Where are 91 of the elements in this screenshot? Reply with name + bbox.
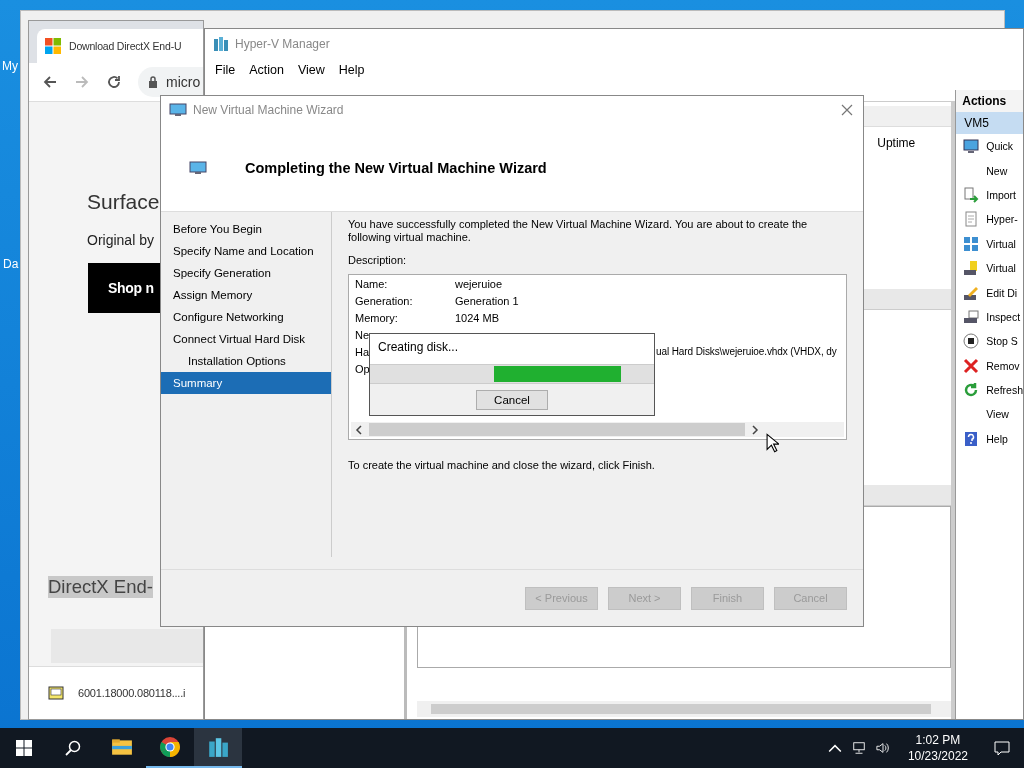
page-subheading: Original by <box>87 232 154 248</box>
menu-item[interactable]: Help <box>338 63 365 77</box>
desktop-icon-label[interactable]: Da <box>3 257 19 271</box>
menu-item[interactable]: View <box>297 63 325 77</box>
window-title: New Virtual Machine Wizard <box>193 103 345 117</box>
command-entry[interactable]: Remov <box>986 359 1020 372</box>
back-icon[interactable] <box>42 74 58 90</box>
document-icon <box>963 211 980 228</box>
horizontal-scrollbar[interactable] <box>417 701 952 717</box>
menu-item[interactable]: File <box>215 63 236 77</box>
taskbar-app[interactable] <box>194 728 242 768</box>
finish-hint: To create the virtual machine and close the wizard, click Finish. <box>348 459 656 471</box>
browser-tab[interactable]: Download DirectX End-U <box>37 29 203 63</box>
desktop-icon-label[interactable]: My <box>2 59 18 73</box>
monitor-icon <box>963 138 980 155</box>
wizard-step[interactable]: Before You Begin <box>161 218 331 240</box>
wizard-step[interactable]: Specify Name and Location <box>161 240 331 262</box>
detail-label: Generation: <box>355 295 414 309</box>
reload-icon[interactable] <box>106 74 122 90</box>
import-icon <box>963 186 980 203</box>
monitor-icon <box>189 160 207 175</box>
notification-icon[interactable] <box>994 740 1010 756</box>
search-icon[interactable] <box>65 740 81 756</box>
page-heading: Surface <box>87 190 160 214</box>
command-entry[interactable]: Stop S <box>986 335 1018 348</box>
command-entry[interactable]: Help <box>986 432 1008 445</box>
menu-item[interactable]: Action <box>249 63 284 77</box>
wizard-step[interactable]: Assign Memory <box>161 284 331 306</box>
volume-icon[interactable] <box>875 741 890 755</box>
close-icon[interactable] <box>841 104 853 116</box>
windows-logo-icon <box>45 38 61 54</box>
close-icon <box>963 357 980 374</box>
command-entry[interactable]: Edit Di <box>986 286 1018 299</box>
stop-icon <box>963 333 980 350</box>
window-title: Hyper-V Manager <box>235 37 330 51</box>
scroll-right-icon[interactable] <box>751 424 759 435</box>
command-entry[interactable]: View <box>986 408 1009 421</box>
wizard-heading: Completing the New Virtual Machine Wizard <box>245 159 547 176</box>
address-bar[interactable]: micro <box>138 67 203 97</box>
detail-value: ual Hard Disks\wejeruioe.vhdx (VHDX, dy <box>656 346 837 357</box>
server-icon <box>207 736 229 758</box>
selected-heading: DirectX End- <box>48 576 153 598</box>
detail-label: Name: <box>355 278 389 292</box>
horizontal-scrollbar[interactable] <box>351 422 844 437</box>
drive-icon <box>963 260 980 277</box>
pane-header: Actions <box>956 90 1023 112</box>
address-text: micro <box>166 74 201 90</box>
command-entry[interactable]: Import <box>986 188 1016 201</box>
detail-label: Op <box>355 363 370 377</box>
command-entry[interactable]: Inspect <box>986 310 1021 323</box>
lock-icon <box>148 76 158 88</box>
detail-value: wejeruioe <box>455 278 503 292</box>
pencil-icon <box>963 284 980 301</box>
command-entry[interactable]: Hyper- <box>986 213 1018 226</box>
wizard-step[interactable]: Installation Options <box>161 350 331 372</box>
monitor-icon <box>169 103 187 117</box>
command-entry[interactable]: Virtual <box>986 237 1016 250</box>
clock-date[interactable]: 10/23/2022 <box>907 748 968 764</box>
grid-icon <box>963 235 980 252</box>
wizard-step[interactable]: Summary <box>161 372 331 394</box>
cancel-button[interactable]: Cancel <box>476 389 548 410</box>
start-icon[interactable] <box>16 740 32 756</box>
browser-icon <box>159 736 181 758</box>
disc-file-icon <box>48 686 64 700</box>
refresh-icon <box>963 382 980 399</box>
wizard-step[interactable]: Connect Virtual Hard Disk <box>161 328 331 350</box>
column-header[interactable]: Uptime <box>877 136 916 150</box>
intro-text: You have successfully completed the New Virtual Machine Wizard. You are about to create the following virtual machine. <box>348 218 809 244</box>
command-entry[interactable]: New <box>986 164 1008 177</box>
server-icon <box>213 36 229 52</box>
detail-label: Ha <box>355 346 370 360</box>
description-label: Description: <box>348 254 408 266</box>
progress-message: Creating disk... <box>377 339 460 356</box>
clock-time[interactable]: 1:02 PM <box>915 732 961 748</box>
command-entry[interactable]: Virtual <box>986 262 1016 275</box>
drive-icon <box>963 308 980 325</box>
command-entry[interactable]: Refresh <box>986 384 1023 397</box>
shop-button[interactable]: Shop n <box>88 263 160 313</box>
wizard-step[interactable]: Configure Networking <box>161 306 331 328</box>
network-icon[interactable] <box>851 741 866 755</box>
detail-value: Generation 1 <box>455 295 519 309</box>
detail-value: 1024 MB <box>455 312 500 326</box>
wizard-step[interactable]: Specify Generation <box>161 262 331 284</box>
folder-icon <box>111 736 133 758</box>
command-entry[interactable]: Quick <box>986 140 1014 153</box>
scroll-left-icon[interactable] <box>355 424 363 435</box>
detail-label: Memory: <box>355 312 399 326</box>
detail-label: Ne <box>355 329 370 343</box>
action-group[interactable]: VM5 <box>956 112 1023 134</box>
download-item[interactable]: 6001.18000.080118....i <box>78 687 186 699</box>
help-icon <box>963 430 980 447</box>
